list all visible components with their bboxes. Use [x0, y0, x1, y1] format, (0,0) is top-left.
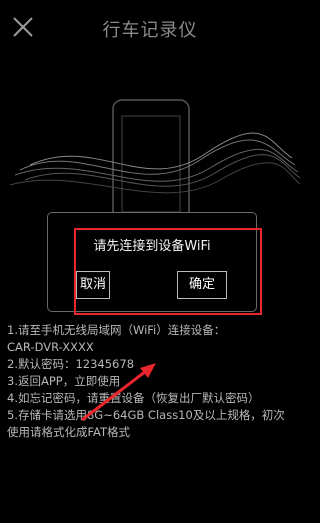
- page-title: 行车记录仪: [102, 20, 198, 41]
- cancel-button[interactable]: 取消: [76, 271, 110, 299]
- instruction-line: 5.存储卡请选用8G~64GB Class10及以上规格，初次使用请格式化成FA…: [7, 408, 285, 439]
- instruction-line: CAR-DVR-XXXX: [7, 340, 94, 354]
- phone-wifi-illustration: [9, 99, 300, 230]
- instructions-list: 1.请至手机无线局域网（WiFi）连接设备： CAR-DVR-XXXX 2.默认…: [7, 322, 295, 441]
- instruction-line: 4.如忘记密码，请重置设备（恢复出厂默认密码）: [7, 391, 260, 405]
- instruction-line: 3.返回APP，立即使用: [7, 374, 121, 388]
- wifi-dialog: 请先连接到设备WiFi 取消 确定: [47, 212, 257, 312]
- dialog-message: 请先连接到设备WiFi: [93, 239, 211, 254]
- header-bar: 行车记录仪: [0, 0, 300, 56]
- instruction-line: 2.默认密码：12345678: [7, 357, 135, 371]
- ok-button[interactable]: 确定: [177, 271, 227, 299]
- instruction-line: 1.请至手机无线局域网（WiFi）连接设备：: [7, 323, 226, 337]
